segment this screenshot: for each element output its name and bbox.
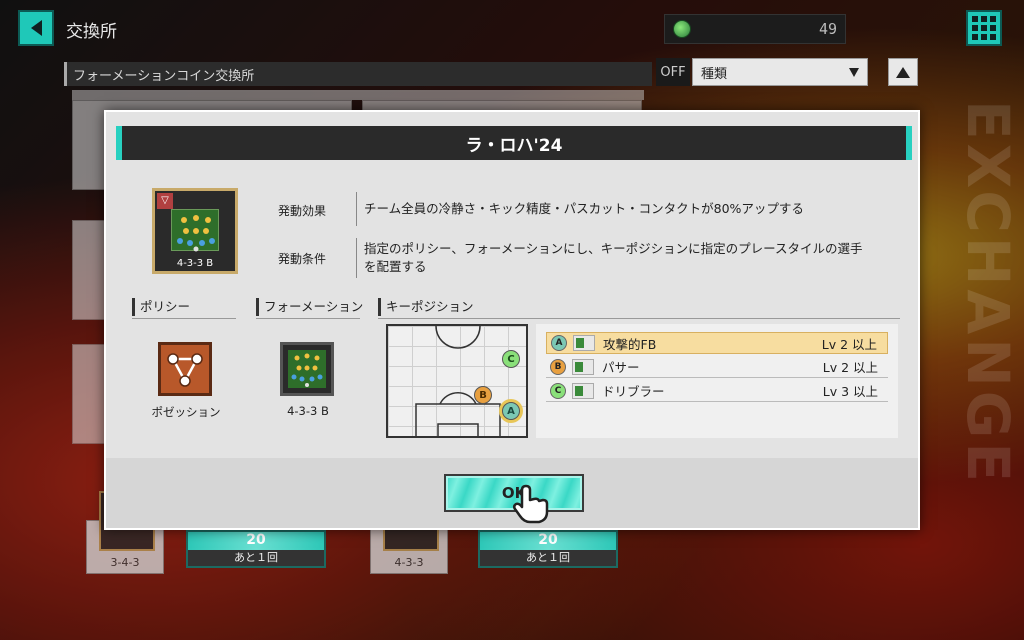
key-position-row[interactable]: A 攻撃的FB Lv 2 以上 — [546, 332, 888, 354]
list-background — [72, 90, 644, 100]
play-style-name: パサー — [602, 360, 640, 375]
policy-badge-icon: ▽ — [157, 193, 173, 209]
divider — [356, 238, 357, 278]
position-marker-b: B — [474, 386, 492, 404]
section-title: フォーメーションコイン交換所 — [64, 62, 652, 86]
coin-icon — [673, 20, 691, 38]
coin-count: 49 — [818, 20, 837, 38]
back-arrow-icon — [30, 20, 42, 36]
play-style-name: 攻撃的FB — [603, 336, 657, 352]
level-requirement: Lv 2 以上 — [821, 336, 877, 352]
passer-style-icon — [572, 358, 594, 375]
divider — [356, 192, 357, 226]
play-style-name: ドリブラー — [602, 384, 665, 399]
exchange-cost: 20 — [246, 532, 266, 548]
key-position-pitch: C B A — [386, 324, 528, 438]
exchange-cost: 20 — [538, 532, 558, 548]
menu-grid-button[interactable] — [966, 10, 1002, 46]
skill-thumbnail-label: 4-3-3 B — [176, 258, 214, 269]
divider — [378, 318, 900, 319]
position-marker-c: C — [502, 350, 520, 368]
policy-value: ポゼッション — [151, 405, 221, 419]
divider — [132, 318, 236, 319]
position-marker-a: A — [551, 335, 567, 351]
level-requirement: Lv 2 以上 — [822, 360, 878, 375]
formation-icon — [280, 342, 334, 396]
exchange-button[interactable]: 20 あと１回 — [478, 530, 618, 568]
key-position-heading: キーポジション — [378, 298, 474, 316]
position-marker-a: A — [502, 402, 520, 420]
condition-label: 発動条件 — [277, 252, 326, 266]
effect-text: チーム全員の冷静さ・キック精度・パスカット・コンタクトが80%アップする — [364, 201, 804, 216]
formation-value: 4-3-3 B — [287, 404, 329, 418]
screen-title: 交換所 — [66, 22, 117, 42]
position-marker-c: C — [550, 382, 566, 399]
key-position-row[interactable]: B パサー Lv 2 以上 — [546, 356, 888, 378]
formation-card-label: 3-4-3 — [110, 556, 140, 569]
sort-dropdown-value: 種類 — [701, 66, 728, 82]
exchange-remaining: あと１回 — [188, 550, 324, 566]
formation-pitch-icon — [171, 209, 219, 252]
dribbler-style-icon — [572, 382, 594, 399]
possession-policy-icon — [158, 342, 212, 396]
sort-up-icon — [896, 66, 910, 78]
hand-pointer-icon — [512, 484, 549, 524]
dropdown-arrow-icon — [849, 67, 859, 77]
filter-toggle[interactable]: OFF — [656, 58, 690, 86]
exchange-button[interactable]: 20 あと１回 — [186, 530, 326, 568]
position-marker-b: B — [550, 358, 566, 375]
exchange-decoration-text: EXCHANGE — [962, 100, 1022, 487]
effect-label: 発動効果 — [277, 204, 326, 218]
condition-text: 指定のポリシー、フォーメーションにし、キーポジションに指定のプレースタイルの選手… — [364, 241, 863, 274]
attacking-fb-style-icon — [573, 335, 595, 351]
key-position-row[interactable]: C ドリブラー Lv 3 以上 — [546, 380, 888, 402]
formation-card-label: 4-3-3 — [394, 556, 424, 569]
sort-dropdown[interactable]: 種類 — [692, 58, 868, 86]
back-button[interactable] — [18, 10, 54, 46]
formation-heading: フォーメーション — [256, 298, 363, 316]
skill-thumbnail: ▽ 4-3-3 B — [152, 188, 238, 274]
dialog-title: ラ・ロハ'24 — [116, 126, 912, 160]
key-position-list: A 攻撃的FB Lv 2 以上 B パサー Lv 2 以上 C ドリブラー Lv… — [536, 324, 898, 438]
policy-heading: ポリシー — [132, 298, 190, 316]
level-requirement: Lv 3 以上 — [822, 384, 878, 399]
sort-order-button[interactable] — [888, 58, 918, 86]
coin-counter: 49 — [664, 14, 846, 44]
formation-pitch-icon — [288, 350, 326, 388]
divider — [256, 318, 360, 319]
skill-detail-dialog: ラ・ロハ'24 ▽ 4-3-3 B 発動効果 チーム全員の冷静さ・キック精度・パ… — [104, 110, 920, 530]
exchange-remaining: あと１回 — [480, 550, 616, 566]
